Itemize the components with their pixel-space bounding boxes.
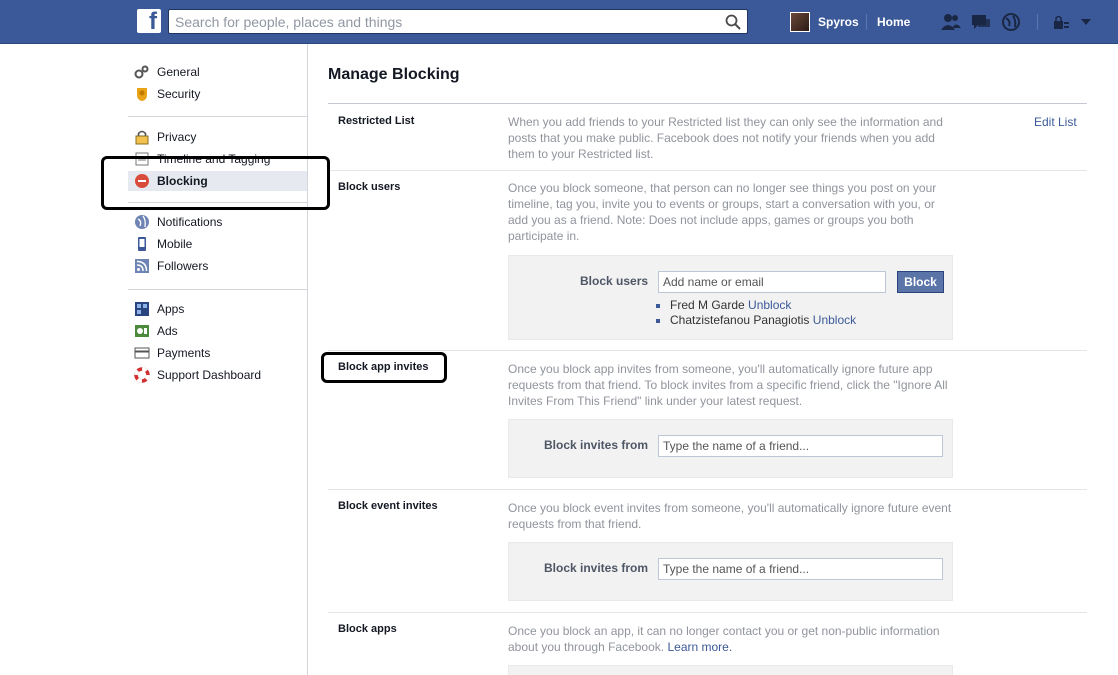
sidebar-item-label: Mobile: [157, 237, 193, 251]
block-apps-panel: [508, 665, 953, 675]
sidebar-item-label: Payments: [157, 346, 211, 360]
restricted-list-description: When you add friends to your Restricted …: [508, 115, 943, 161]
sidebar-item-label: Apps: [157, 302, 185, 316]
friend-requests-icon[interactable]: [940, 12, 962, 32]
sidebar-item-label: General: [157, 65, 200, 79]
ads-icon: [135, 325, 149, 337]
jewel-icons: [940, 12, 1022, 32]
phone-icon: [138, 237, 146, 251]
title-divider: [328, 103, 1087, 104]
annotation-box-blocking: [101, 156, 330, 210]
list-item: Chatzistefanou Panagiotis Unblock: [656, 313, 856, 328]
restricted-list-label: Restricted List: [338, 115, 415, 127]
globe-icon: [135, 215, 149, 229]
sidebar-item-label: Privacy: [157, 130, 197, 144]
apps-icon: [135, 302, 149, 316]
section-divider: [328, 489, 1087, 490]
sidebar-item-privacy[interactable]: Privacy: [128, 127, 307, 147]
block-users-description: Once you block someone, that person can …: [508, 181, 937, 243]
block-app-invites-description: Once you block app invites from someone,…: [508, 362, 948, 408]
blocked-user-name: Fred M Garde: [670, 298, 745, 312]
badge-icon: [137, 88, 147, 101]
sidebar-item-general[interactable]: General: [128, 62, 307, 82]
sidebar-item-followers[interactable]: Followers: [128, 256, 307, 276]
notifications-globe-icon[interactable]: [1000, 12, 1022, 32]
list-item: Fred M Garde Unblock: [656, 298, 856, 313]
sidebar-item-apps[interactable]: Apps: [128, 299, 307, 319]
sidebar-item-label: Notifications: [157, 215, 223, 229]
facebook-logo[interactable]: f: [137, 9, 161, 33]
profile-name: Spyros: [818, 15, 859, 29]
block-event-invites-description: Once you block event invites from someon…: [508, 501, 952, 531]
block-users-label: Block users: [338, 181, 401, 193]
divider: [1037, 14, 1038, 30]
unblock-link[interactable]: Unblock: [748, 298, 791, 312]
profile-link[interactable]: Spyros: [790, 11, 859, 33]
blocked-user-name: Chatzistefanou Panagiotis: [670, 313, 810, 327]
sidebar-item-ads[interactable]: Ads: [128, 321, 307, 341]
sidebar-item-payments[interactable]: Payments: [128, 343, 307, 363]
block-event-invites-input[interactable]: [658, 558, 943, 580]
lifebuoy-icon: [134, 367, 150, 383]
unblock-link[interactable]: Unblock: [813, 313, 856, 327]
home-link[interactable]: Home: [877, 15, 910, 29]
credit-card-icon: [134, 347, 150, 359]
block-users-input[interactable]: [658, 271, 886, 293]
rss-icon: [135, 259, 149, 273]
block-app-invites-input[interactable]: [658, 435, 943, 457]
section-divider: [328, 612, 1087, 613]
block-invites-from-label: Block invites from: [544, 561, 649, 575]
section-divider: [328, 350, 1087, 351]
search-icon[interactable]: [725, 14, 741, 30]
search-box[interactable]: [168, 9, 748, 34]
account-menu-arrow-icon[interactable]: [1080, 17, 1092, 27]
top-navigation-bar: f Spyros Home: [0, 0, 1118, 44]
privacy-shortcuts-icon[interactable]: [1052, 13, 1070, 31]
sidebar-item-label: Security: [157, 87, 201, 101]
messages-icon[interactable]: [970, 12, 992, 32]
avatar: [790, 12, 810, 32]
sidebar-item-label: Ads: [157, 324, 178, 338]
search-input[interactable]: [169, 10, 709, 33]
sidebar-divider: [128, 289, 307, 290]
block-users-field-label: Block users: [580, 274, 649, 288]
annotation-box-block-app-invites: [321, 352, 447, 383]
section-divider: [328, 170, 1087, 171]
block-invites-from-label: Block invites from: [544, 438, 649, 452]
block-app-invites-panel: Block invites from: [508, 419, 953, 478]
block-event-invites-panel: Block invites from: [508, 542, 953, 601]
page-title: Manage Blocking: [328, 66, 460, 83]
sidebar-divider: [128, 116, 307, 117]
edit-list-link[interactable]: Edit List: [1034, 115, 1077, 129]
divider: [866, 14, 867, 30]
learn-more-link[interactable]: Learn more.: [667, 640, 732, 654]
blocked-users-list: Fred M Garde Unblock Chatzistefanou Pana…: [656, 298, 856, 328]
block-event-invites-label: Block event invites: [338, 500, 438, 512]
sidebar-item-notifications[interactable]: Notifications: [128, 212, 307, 232]
sidebar-item-security[interactable]: Security: [128, 84, 307, 104]
block-users-panel: Block users Block Fred M Garde Unblock C…: [508, 255, 953, 340]
block-apps-label: Block apps: [338, 623, 397, 635]
gears-icon: [134, 65, 149, 79]
lock-icon: [135, 130, 149, 145]
sidebar-item-label: Support Dashboard: [157, 368, 262, 382]
sidebar-item-support-dashboard[interactable]: Support Dashboard: [128, 365, 307, 385]
sidebar-item-mobile[interactable]: Mobile: [128, 234, 307, 254]
block-button[interactable]: Block: [897, 271, 944, 293]
block-apps-description: Once you block an app, it can no longer …: [508, 623, 958, 655]
sidebar-item-label: Followers: [157, 259, 209, 273]
